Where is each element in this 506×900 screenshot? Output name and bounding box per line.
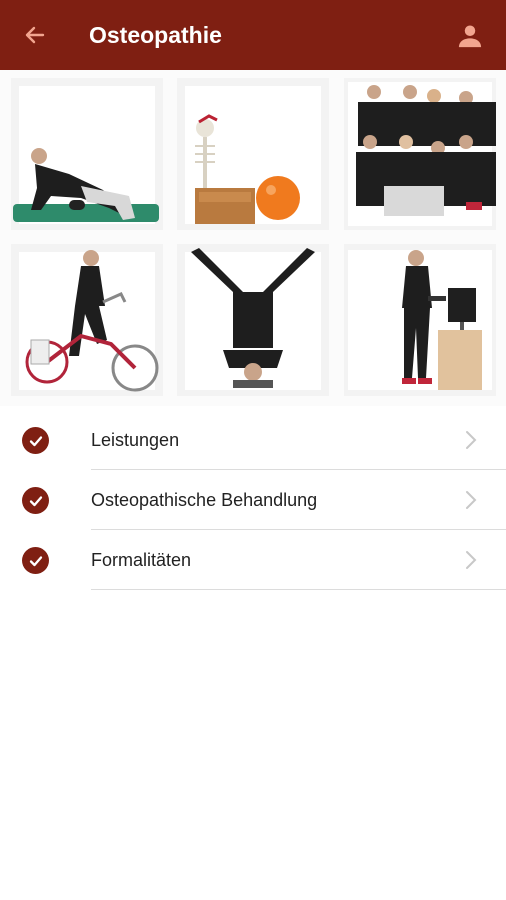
gallery-tile-6[interactable] <box>344 244 496 396</box>
list-item-label: Leistungen <box>91 430 180 450</box>
list-item-formalitaeten[interactable]: Formalitäten <box>0 530 506 590</box>
photo-image <box>177 78 329 230</box>
menu-list: Leistungen Osteopathische Behandlung For… <box>0 410 506 590</box>
photo-gallery <box>0 70 506 406</box>
page-title: Osteopathie <box>89 22 222 48</box>
gallery-tile-4[interactable] <box>11 244 163 396</box>
gallery-tile-1[interactable] <box>11 78 163 230</box>
chevron-right-icon <box>466 431 477 449</box>
app-header: Osteopathie <box>0 0 506 70</box>
photo-image <box>11 244 163 396</box>
user-icon <box>458 25 482 48</box>
user-button[interactable] <box>454 20 486 52</box>
photo-image <box>177 244 329 396</box>
check-circle-icon <box>22 427 49 454</box>
gallery-tile-3[interactable] <box>344 78 496 230</box>
photo-image <box>11 78 163 230</box>
list-item-leistungen[interactable]: Leistungen <box>0 410 506 470</box>
divider <box>91 589 506 590</box>
chevron-right-icon <box>466 551 477 569</box>
arrow-left-icon <box>25 26 45 44</box>
check-circle-icon <box>22 547 49 574</box>
photo-image <box>344 244 496 396</box>
chevron-right-icon <box>466 491 477 509</box>
list-item-label: Osteopathische Behandlung <box>91 490 318 510</box>
check-circle-icon <box>22 487 49 514</box>
gallery-tile-2[interactable] <box>177 78 329 230</box>
photo-image <box>344 78 496 230</box>
gallery-tile-5[interactable] <box>177 244 329 396</box>
list-item-osteopathische-behandlung[interactable]: Osteopathische Behandlung <box>0 470 506 530</box>
list-item-label: Formalitäten <box>91 550 192 570</box>
back-button[interactable] <box>20 20 50 50</box>
